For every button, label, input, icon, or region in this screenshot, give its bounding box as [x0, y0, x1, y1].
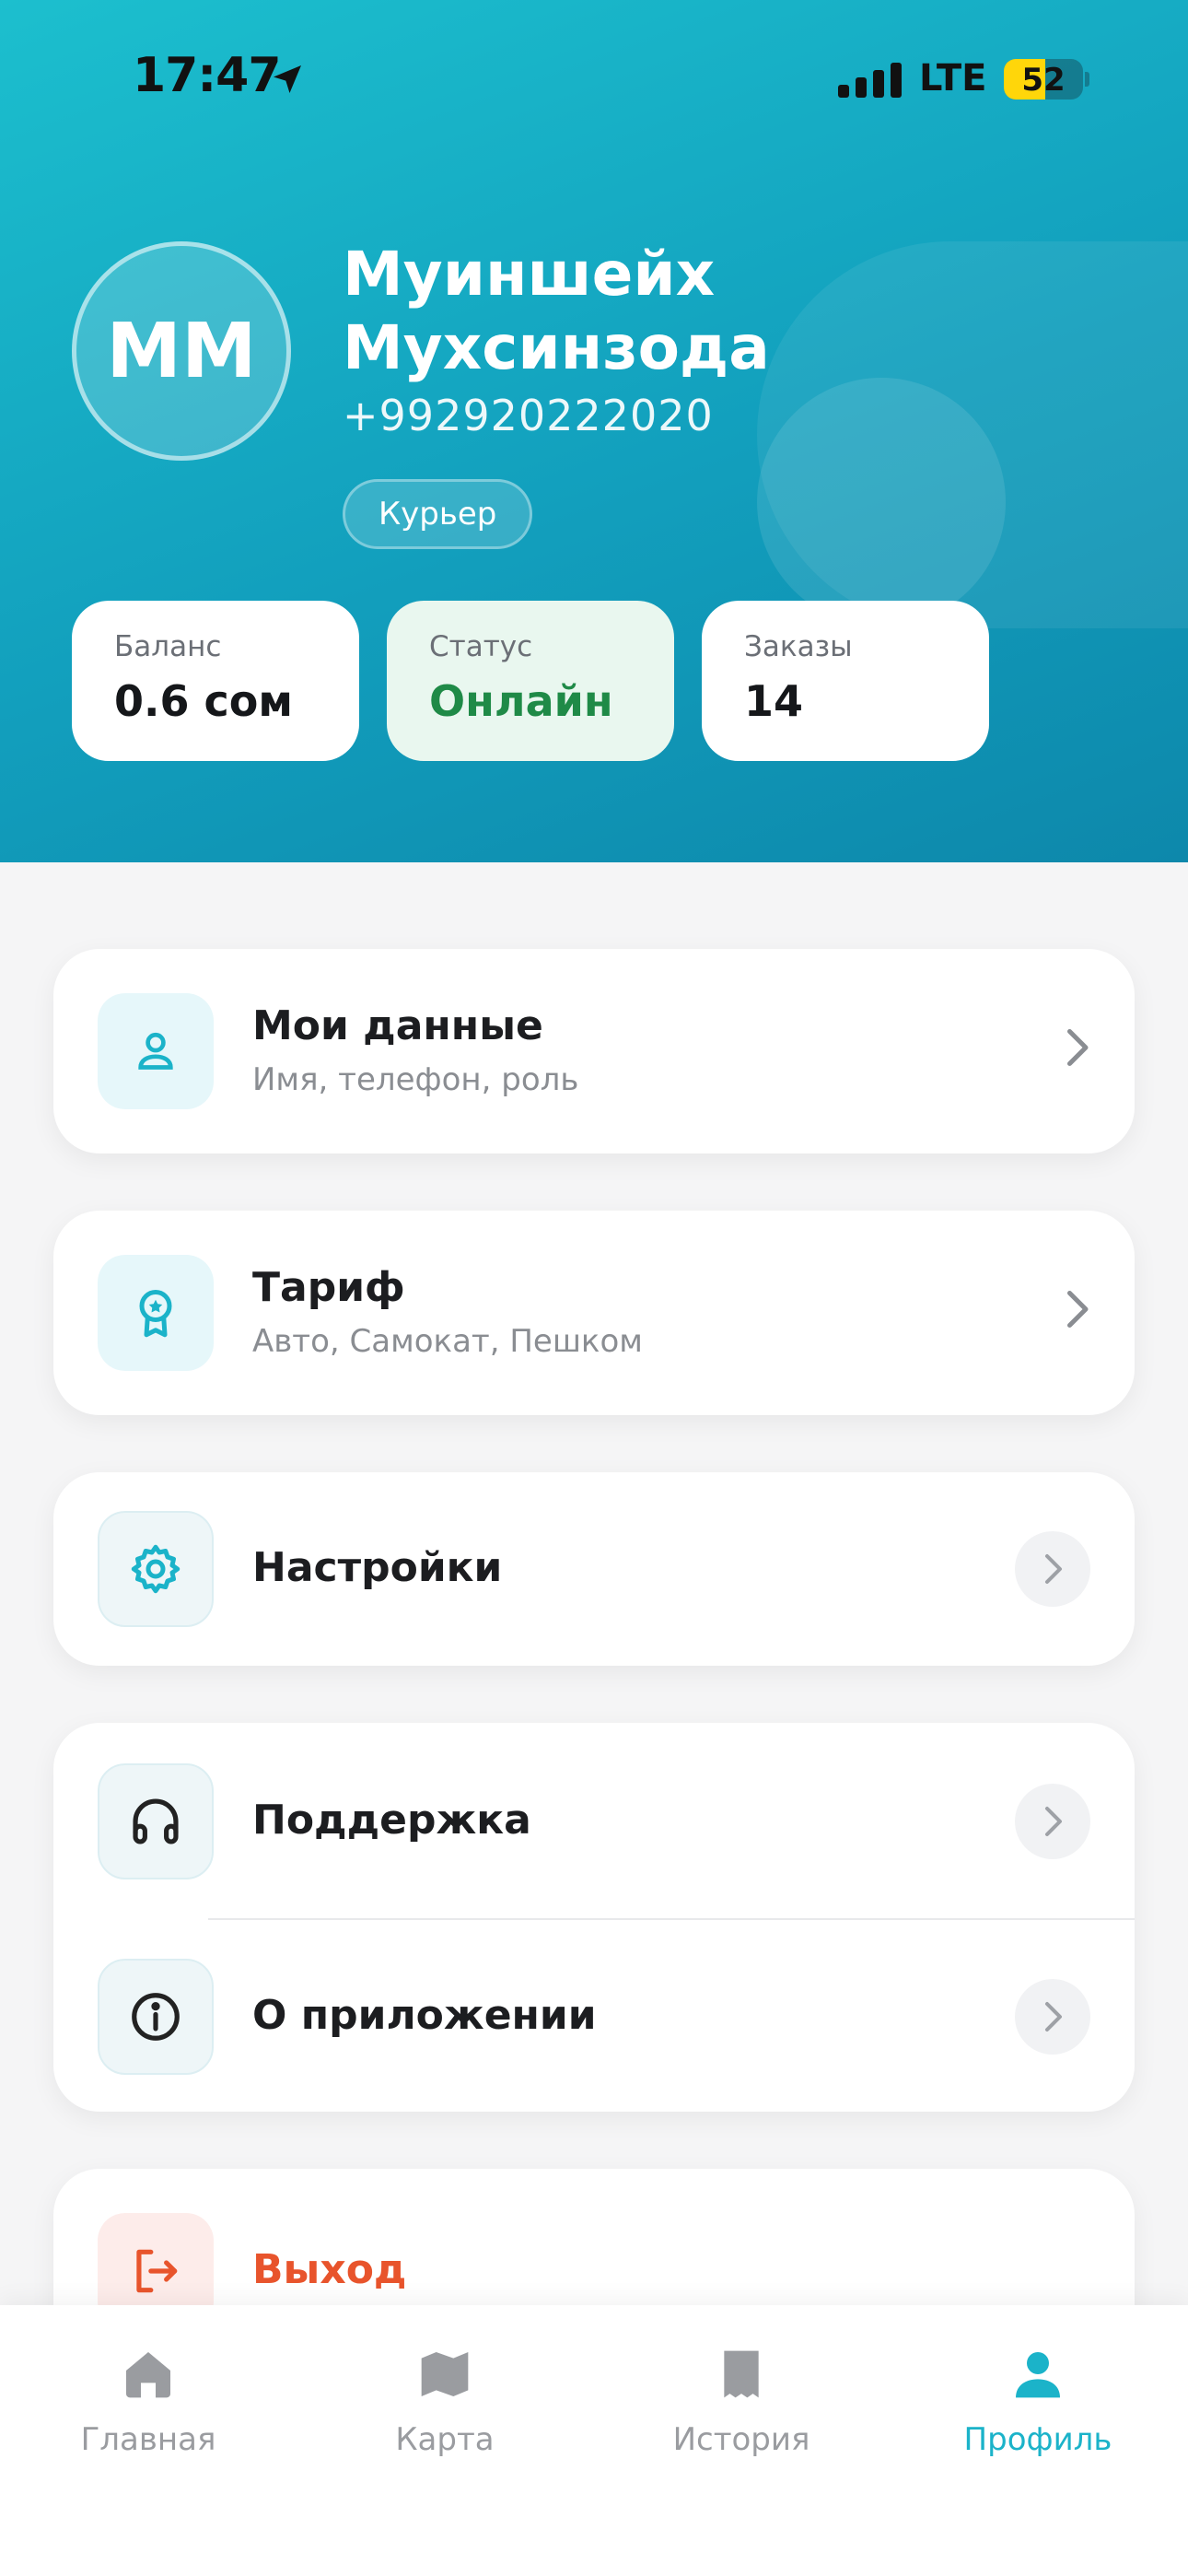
user-icon: [98, 993, 214, 1109]
chevron-right-icon: [1015, 1784, 1090, 1859]
orders-card: Заказы 14: [702, 601, 989, 761]
avatar: ММ: [72, 241, 291, 461]
balance-value: 0.6 сом: [114, 676, 293, 726]
balance-card: Баланс 0.6 сом: [72, 601, 359, 761]
menu-support[interactable]: Поддержка: [53, 1723, 1135, 1918]
menu-about[interactable]: О приложении: [53, 1920, 1135, 2112]
user-phone: +992920222020: [343, 391, 714, 440]
tab-map[interactable]: Карта: [297, 2338, 593, 2458]
menu-my-data[interactable]: Мои данные Имя, телефон, роль: [53, 949, 1135, 1153]
tab-bar: Главная Карта История Профиль: [0, 2305, 1188, 2576]
history-icon: [593, 2338, 890, 2410]
gear-icon: [98, 1511, 214, 1627]
tab-history-label: История: [672, 2421, 810, 2458]
profile-icon: [890, 2338, 1186, 2410]
tariff-title: Тариф: [252, 1264, 405, 1311]
status-bar: 17:47 LTE 52: [0, 0, 1188, 157]
header-decoration-circle: [757, 378, 1006, 626]
chevron-right-icon: [1015, 1531, 1090, 1607]
home-icon: [0, 2338, 297, 2410]
headphones-icon: [98, 1763, 214, 1879]
chevron-right-icon: [1015, 1979, 1090, 2055]
tab-home-label: Главная: [80, 2421, 216, 2458]
orders-label: Заказы: [744, 630, 853, 663]
about-title: О приложении: [252, 1992, 597, 2039]
battery-level: 52: [1021, 62, 1066, 99]
map-icon: [297, 2338, 593, 2410]
menu-tariff[interactable]: Тариф Авто, Самокат, Пешком: [53, 1211, 1135, 1415]
balance-label: Баланс: [114, 630, 222, 663]
role-badge: Курьер: [343, 479, 533, 549]
settings-title: Настройки: [252, 1544, 503, 1591]
my-data-subtitle: Имя, телефон, роль: [252, 1061, 579, 1098]
status-time: 17:47: [133, 48, 282, 103]
menu-settings[interactable]: Настройки: [53, 1472, 1135, 1666]
profile-header: 17:47 LTE 52 ММ Муиншейх Мухсинзода +992…: [0, 0, 1188, 862]
tab-profile[interactable]: Профиль: [890, 2338, 1186, 2458]
user-name: Муиншейх Мухсинзода: [343, 238, 987, 385]
support-title: Поддержка: [252, 1797, 531, 1844]
battery-icon: 52: [1004, 59, 1083, 100]
tab-map-label: Карта: [395, 2421, 495, 2458]
tab-profile-label: Профиль: [963, 2421, 1112, 2458]
logout-title: Выход: [252, 2246, 407, 2293]
orders-value: 14: [744, 676, 804, 726]
status-card: Статус Онлайн: [387, 601, 674, 761]
info-icon: [98, 1959, 214, 2075]
battery-tip: [1085, 72, 1089, 87]
menu-support-group: Поддержка О приложении: [53, 1723, 1135, 2112]
my-data-title: Мои данные: [252, 1002, 543, 1049]
tab-home[interactable]: Главная: [0, 2338, 297, 2458]
status-value: Онлайн: [429, 676, 613, 726]
chevron-right-icon: [1063, 1025, 1090, 1074]
tab-history[interactable]: История: [593, 2338, 890, 2458]
chevron-right-icon: [1063, 1286, 1090, 1336]
tariff-subtitle: Авто, Самокат, Пешком: [252, 1323, 643, 1360]
award-icon: [98, 1255, 214, 1371]
user-last-name: Мухсинзода: [343, 312, 770, 383]
network-type: LTE: [919, 57, 987, 100]
status-label: Статус: [429, 630, 533, 663]
location-arrow-icon: [269, 61, 306, 101]
cellular-signal-icon: [838, 61, 902, 98]
user-first-name: Муиншейх: [343, 239, 716, 310]
